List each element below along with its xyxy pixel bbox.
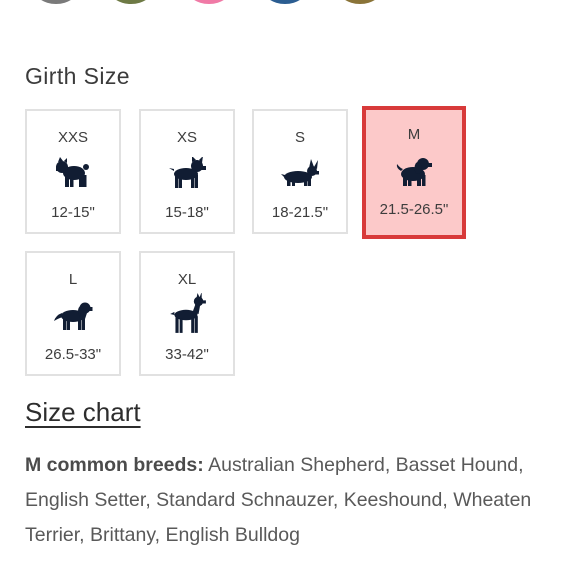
size-option-l[interactable]: L 26.5-33" <box>25 251 121 376</box>
corgi-icon <box>281 159 319 186</box>
spaniel-icon <box>396 158 432 186</box>
size-option-xl[interactable]: XL 33-42" <box>139 251 235 376</box>
size-range: 26.5-33" <box>44 346 102 363</box>
size-option-xs[interactable]: XS 15-18" <box>139 109 235 234</box>
size-label: M <box>407 126 421 143</box>
size-label: L <box>68 271 78 288</box>
size-label: S <box>294 129 305 146</box>
size-chart-link[interactable]: Size chart <box>25 397 141 428</box>
size-label: XXS <box>57 129 88 146</box>
size-option-s[interactable]: S 18-21.5" <box>252 109 348 234</box>
size-range: 15-18" <box>165 204 209 221</box>
size-label: XS <box>176 129 197 146</box>
size-label: XL <box>177 271 197 288</box>
common-breeds: M common breeds: Australian Shepherd, Ba… <box>25 448 570 553</box>
golden-retriever-icon <box>54 302 93 330</box>
size-options: XXS 12-15" XS 15-18" S 18-21.5" M 21.5-2… <box>0 0 580 400</box>
pug-icon <box>56 157 89 187</box>
size-range: 18-21.5" <box>271 204 329 221</box>
size-option-m[interactable]: M 21.5-26.5" <box>362 106 466 239</box>
size-range: 21.5-26.5" <box>379 201 449 218</box>
breeds-title: M common breeds: <box>25 454 204 476</box>
doberman-icon <box>170 293 206 333</box>
french-bulldog-icon <box>169 157 206 188</box>
size-option-xxs[interactable]: XXS 12-15" <box>25 109 121 234</box>
size-range: 33-42" <box>165 346 209 363</box>
size-range: 12-15" <box>51 204 95 221</box>
